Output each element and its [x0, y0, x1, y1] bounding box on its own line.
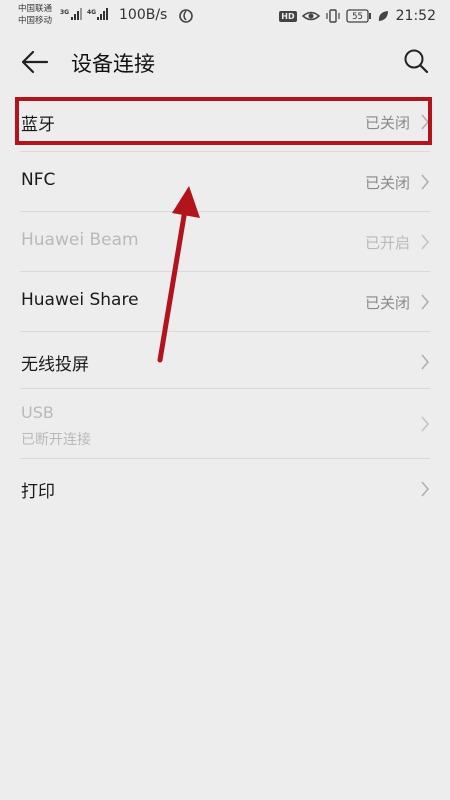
carrier-info: 中国联通 中国移动: [18, 3, 52, 27]
item-sublabel: 已断开连接: [21, 432, 91, 448]
notification-icon: [179, 9, 193, 23]
item-label: Huawei Beam: [21, 230, 139, 250]
chevron-right-icon: [421, 416, 430, 432]
list-item-print[interactable]: 打印: [0, 459, 450, 517]
search-icon[interactable]: [402, 47, 430, 75]
item-label: Huawei Share: [21, 290, 139, 310]
battery-icon: 55: [345, 9, 371, 23]
carrier-2: 中国移动: [18, 16, 53, 26]
list-item-wireless-projection[interactable]: 无线投屏: [0, 332, 450, 389]
back-arrow-icon[interactable]: [20, 48, 50, 76]
item-status: 已关闭: [364, 174, 410, 192]
clock: 21:52: [395, 8, 436, 24]
status-bar: 中国联通 中国移动 3G 4G 100B/s HD 55 21:52: [0, 0, 450, 32]
network-type-2: 4G: [87, 9, 96, 16]
signal-strength-icon-1: 3G: [60, 8, 82, 20]
app-bar: 设备连接: [0, 32, 450, 92]
chevron-right-icon: [421, 234, 430, 250]
item-label: NFC: [21, 170, 56, 190]
network-type-1: 3G: [60, 9, 69, 16]
connection-settings-list: 蓝牙 已关闭 NFC 已关闭 Huawei Beam 已开启 Huawei Sh…: [0, 92, 450, 517]
list-item-huawei-beam[interactable]: Huawei Beam 已开启: [0, 212, 450, 272]
list-item-huawei-share[interactable]: Huawei Share 已关闭: [0, 272, 450, 332]
chevron-right-icon: [421, 294, 430, 310]
battery-level: 55: [352, 12, 363, 22]
item-label: USB: [21, 403, 54, 422]
item-label: 打印: [21, 482, 55, 502]
list-item-usb[interactable]: USB 已断开连接: [0, 389, 450, 459]
chevron-right-icon: [421, 354, 430, 370]
eye-comfort-icon: [301, 11, 320, 21]
item-status: 已关闭: [364, 294, 410, 312]
hd-voice-icon: HD: [279, 10, 297, 22]
item-status: 已开启: [364, 234, 410, 252]
vibrate-icon: [326, 9, 340, 23]
chevron-right-icon: [421, 481, 430, 497]
chevron-right-icon: [421, 174, 430, 190]
carrier-1: 中国联通: [18, 4, 53, 14]
network-speed: 100B/s: [119, 7, 168, 23]
signal-strength-icon-2: 4G: [87, 8, 108, 20]
item-label: 无线投屏: [21, 355, 89, 375]
page-title: 设备连接: [71, 52, 155, 76]
annotation-highlight-box: [15, 97, 432, 145]
power-saving-leaf-icon: [378, 11, 388, 21]
list-item-nfc[interactable]: NFC 已关闭: [0, 152, 450, 212]
